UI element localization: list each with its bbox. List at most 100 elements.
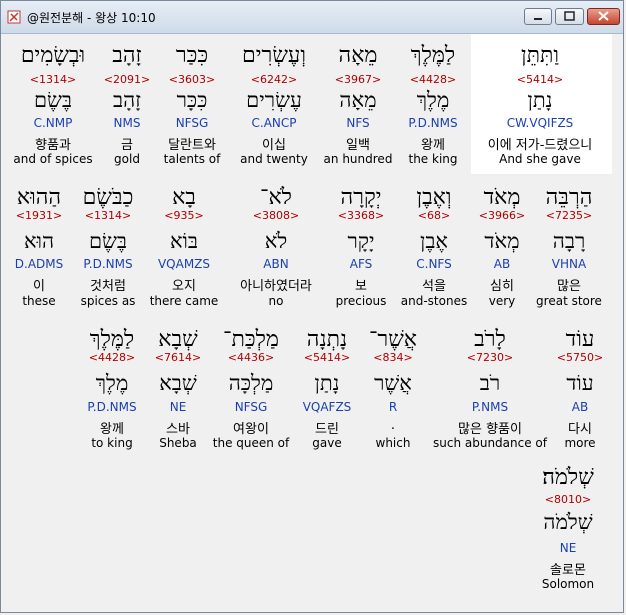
morphology-code: R bbox=[388, 400, 398, 414]
hebrew-word: לַמֶּלֶךְ bbox=[89, 327, 135, 352]
strong-number: <5414> bbox=[303, 351, 351, 364]
close-button[interactable] bbox=[587, 8, 620, 25]
hebrew-word: בָא bbox=[172, 185, 196, 210]
morphology-code: VQAFZS bbox=[302, 400, 352, 414]
lemma: בֶּשֶׂם bbox=[33, 88, 73, 112]
lemma: שְׁבָא bbox=[159, 371, 197, 395]
hebrew-word: שְׁבָא bbox=[158, 327, 198, 352]
strong-number: <68> bbox=[417, 209, 451, 222]
lemma: הוּא bbox=[23, 229, 55, 253]
strong-number: <3808> bbox=[252, 209, 300, 222]
morphology-code: CW.VQIFZS bbox=[506, 116, 574, 130]
morphology-code: C.NFS bbox=[416, 257, 452, 271]
english-gloss: gave bbox=[312, 436, 342, 450]
morphology-code: P.NMS bbox=[471, 400, 509, 414]
strong-number: <5750> bbox=[556, 351, 604, 364]
korean-gloss: 보 bbox=[355, 279, 367, 294]
lemma: לֹא bbox=[264, 229, 288, 253]
english-gloss: Solomon bbox=[541, 577, 595, 591]
korean-gloss: 오지 bbox=[172, 279, 196, 294]
lemma: שְׁלֹמֹה bbox=[543, 510, 593, 534]
strong-number: <6242> bbox=[250, 73, 298, 86]
lemma: נָתַן bbox=[527, 88, 553, 112]
lemma: עֶשְׂרִים bbox=[246, 88, 302, 112]
english-gloss: gold bbox=[114, 152, 140, 166]
morphology-code: NE bbox=[169, 400, 187, 414]
morphology-code: P.D.NMS bbox=[408, 116, 458, 130]
english-gloss: no bbox=[268, 294, 284, 308]
strong-number: <2091> bbox=[103, 73, 151, 86]
hebrew-word: כַבֹּשֶׂם bbox=[82, 185, 134, 210]
lemma: מֵאָה bbox=[339, 88, 377, 112]
korean-gloss: 이십 bbox=[262, 138, 286, 153]
lemma: נָתַן bbox=[314, 371, 340, 395]
lemma: עוֹד bbox=[566, 371, 594, 395]
strong-number: <7230> bbox=[466, 351, 514, 364]
app-icon bbox=[7, 10, 21, 24]
english-gloss: which bbox=[375, 436, 411, 450]
app-window: @원전분해 - 왕상 10:10 וַתִּתֵּן <5414> נָתַן … bbox=[0, 0, 624, 613]
strong-number: <4436> bbox=[227, 351, 275, 364]
strong-number: <7235> bbox=[545, 209, 593, 222]
morphology-code: VQAMZS bbox=[157, 257, 211, 271]
strong-number: <3603> bbox=[168, 73, 216, 86]
english-gloss: very bbox=[488, 294, 516, 308]
strong-number: <8010> bbox=[544, 493, 592, 506]
lemma: בֶּשֶׂם bbox=[88, 229, 128, 253]
hebrew-word: יְקָרָה bbox=[340, 185, 382, 210]
korean-gloss: 이에 저가-드렸으니 bbox=[487, 138, 593, 153]
korean-gloss: 것처럼 bbox=[90, 279, 126, 294]
lemma: אֲשֶׁר bbox=[374, 371, 412, 395]
lemma: אֶבֶן bbox=[419, 229, 449, 253]
morphology-code: AB bbox=[571, 400, 589, 414]
korean-gloss: 일백 bbox=[346, 138, 370, 153]
korean-gloss: 드린 bbox=[315, 422, 339, 437]
minimize-button[interactable] bbox=[524, 8, 552, 25]
strong-number: <935> bbox=[164, 209, 204, 222]
lemma: בּוֹא bbox=[169, 229, 199, 253]
hebrew-word: מֵאָה bbox=[338, 43, 378, 68]
english-gloss: talents of bbox=[163, 152, 221, 166]
korean-gloss: 심히 bbox=[490, 279, 514, 294]
english-gloss: such abundance of bbox=[433, 436, 547, 450]
korean-gloss: . bbox=[390, 418, 396, 433]
strong-number: <4428> bbox=[409, 73, 457, 86]
english-gloss: and of spices bbox=[13, 152, 93, 166]
hebrew-word: זָהָב bbox=[112, 43, 142, 68]
title-bar: @원전분해 - 왕상 10:10 bbox=[1, 1, 623, 34]
hebrew-word: שְׁלֹמֹה׃ bbox=[542, 465, 594, 490]
hebrew-word: מְאֹד bbox=[483, 185, 521, 210]
hebrew-word: וְאֶבֶן bbox=[416, 185, 452, 210]
strong-number: <3966> bbox=[478, 209, 526, 222]
lemma: רָבָה bbox=[552, 229, 586, 253]
english-gloss: precious bbox=[335, 294, 387, 308]
lemma: מֶלֶךְ bbox=[95, 371, 129, 395]
korean-gloss: 많은 bbox=[557, 279, 581, 294]
korean-gloss: 많은 향품이 bbox=[458, 422, 522, 437]
close-icon bbox=[598, 11, 609, 21]
english-gloss: these bbox=[22, 294, 56, 308]
morphology-code: AB bbox=[493, 257, 511, 271]
korean-gloss: 솔로몬 bbox=[550, 563, 586, 578]
hebrew-word: אֲשֶׁר־ bbox=[368, 327, 418, 352]
english-gloss: to king bbox=[91, 436, 133, 450]
hebrew-word: נָתְנָה bbox=[306, 327, 348, 352]
hebrew-word: לַמֶּלֶךְ bbox=[410, 43, 456, 68]
morphology-code: ABN bbox=[263, 257, 289, 271]
maximize-button[interactable] bbox=[555, 8, 584, 25]
korean-gloss: 석을 bbox=[422, 279, 446, 294]
lemma: מֶלֶךְ bbox=[416, 88, 450, 112]
strong-number: <1314> bbox=[29, 73, 77, 86]
lemma: כִּכָּר bbox=[176, 88, 208, 112]
morphology-code: C.ANCP bbox=[251, 116, 297, 130]
strong-number: <5414> bbox=[516, 73, 564, 86]
hebrew-word: הַרְבֵּה bbox=[545, 185, 593, 210]
morphology-code: VHNA bbox=[551, 257, 587, 271]
korean-gloss: 다시 bbox=[568, 422, 592, 437]
lemma: רֹב bbox=[479, 371, 501, 395]
morphology-code: NFSG bbox=[175, 116, 209, 130]
strong-number: <4428> bbox=[88, 351, 136, 364]
lemma: יָקָר bbox=[347, 229, 375, 253]
korean-gloss: 이 bbox=[33, 279, 45, 294]
morphology-code: P.D.NMS bbox=[83, 257, 133, 271]
